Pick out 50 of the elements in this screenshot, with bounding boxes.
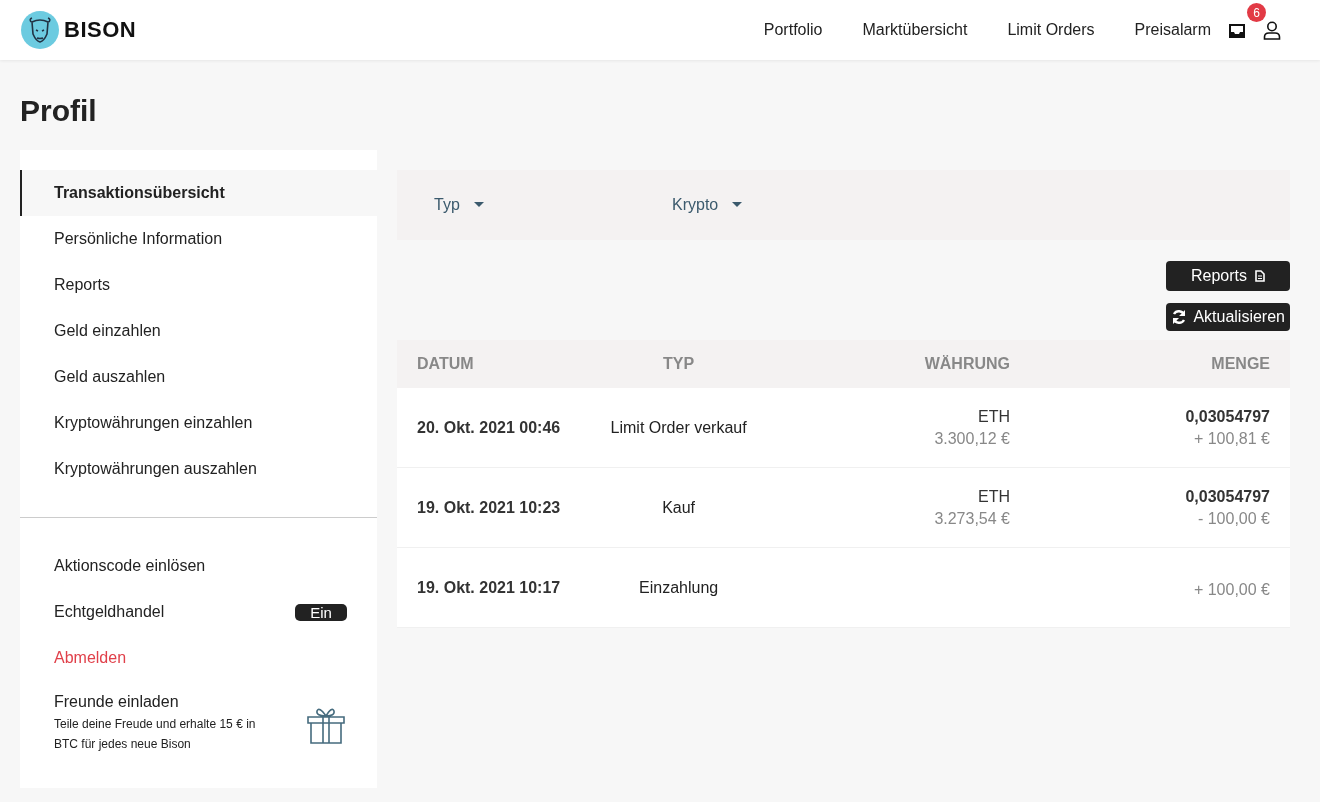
column-header: MENGE (1030, 340, 1290, 388)
sidebar-item[interactable]: Geld einzahlen (20, 308, 377, 354)
invite-description: Teile deine Freude und erhalte 15 € in BTC für jedes neue Bison (54, 716, 257, 753)
date-cell: 19. Okt. 2021 10:17 (417, 578, 561, 596)
real-money-label: Echtgeldhandel (54, 603, 165, 621)
user-icon[interactable] (1262, 20, 1282, 40)
notification-badge: 6 (1247, 3, 1266, 22)
caret-icon (473, 202, 484, 208)
caret-icon (732, 202, 743, 208)
page-title: Profil (19, 93, 98, 129)
column-header: WÄHRUNG (770, 340, 1030, 388)
date-cell: 20. Okt. 2021 00:46 (417, 418, 561, 436)
currency-cell-text: ETH (977, 487, 1010, 506)
refresh-icon (1171, 309, 1188, 325)
amount-cell-text: 0,03054797 (1184, 487, 1270, 506)
amount-cell-text: 0,03054797 (1184, 407, 1270, 426)
column-header: DATUM (397, 340, 588, 388)
sidebar-item[interactable]: Aktionscode einlösen (20, 543, 377, 589)
nav-link[interactable]: Preisalarm (1134, 21, 1211, 39)
document-icon (1255, 270, 1265, 282)
value-text: - 100,00 € (1196, 509, 1270, 528)
sidebar-item[interactable]: Reports (20, 262, 377, 308)
date-cell: 19. Okt. 2021 10:23 (417, 498, 561, 516)
invite-title[interactable]: Freunde einladen (54, 693, 269, 711)
bison-logo-icon[interactable] (20, 10, 60, 50)
value-text: + 100,81 € (1192, 429, 1270, 448)
sidebar-item[interactable]: Kryptowährungen einzahlen (20, 400, 377, 446)
nav-link[interactable]: Portfolio (763, 21, 823, 39)
price-text: 3.273,54 € (933, 509, 1010, 528)
type-cell: Limit Order verkauf (610, 418, 747, 436)
type-cell: Einzahlung (639, 578, 719, 596)
value-text: + 100,00 € (1192, 580, 1270, 599)
sidebar-item[interactable]: Geld auszahlen (20, 354, 377, 400)
filter-dropdown[interactable]: Krypto (672, 196, 910, 214)
type-cell: Kauf (662, 498, 696, 516)
brand-name[interactable]: BISON (64, 17, 137, 43)
sidebar-item[interactable]: Kryptowährungen auszahlen (20, 446, 377, 492)
sidebar-item[interactable]: Persönliche Information (20, 216, 377, 262)
real-money-toggle[interactable]: Ein (295, 603, 347, 621)
column-header: TYP (587, 340, 770, 388)
refresh-button[interactable]: Aktualisieren (1166, 303, 1290, 331)
sidebar-item[interactable]: Transaktionsübersicht (20, 170, 377, 216)
nav-link[interactable]: Limit Orders (1007, 21, 1095, 39)
currency-cell-text: ETH (977, 407, 1010, 426)
nav-link[interactable]: Marktübersicht (862, 21, 968, 39)
filter-dropdown[interactable]: Typ (434, 196, 672, 214)
logout-link[interactable]: Abmelden (20, 635, 377, 681)
reports-button[interactable]: Reports (1165, 261, 1290, 291)
price-text: 3.300,12 € (933, 429, 1010, 448)
inbox-icon[interactable] (1228, 21, 1246, 39)
